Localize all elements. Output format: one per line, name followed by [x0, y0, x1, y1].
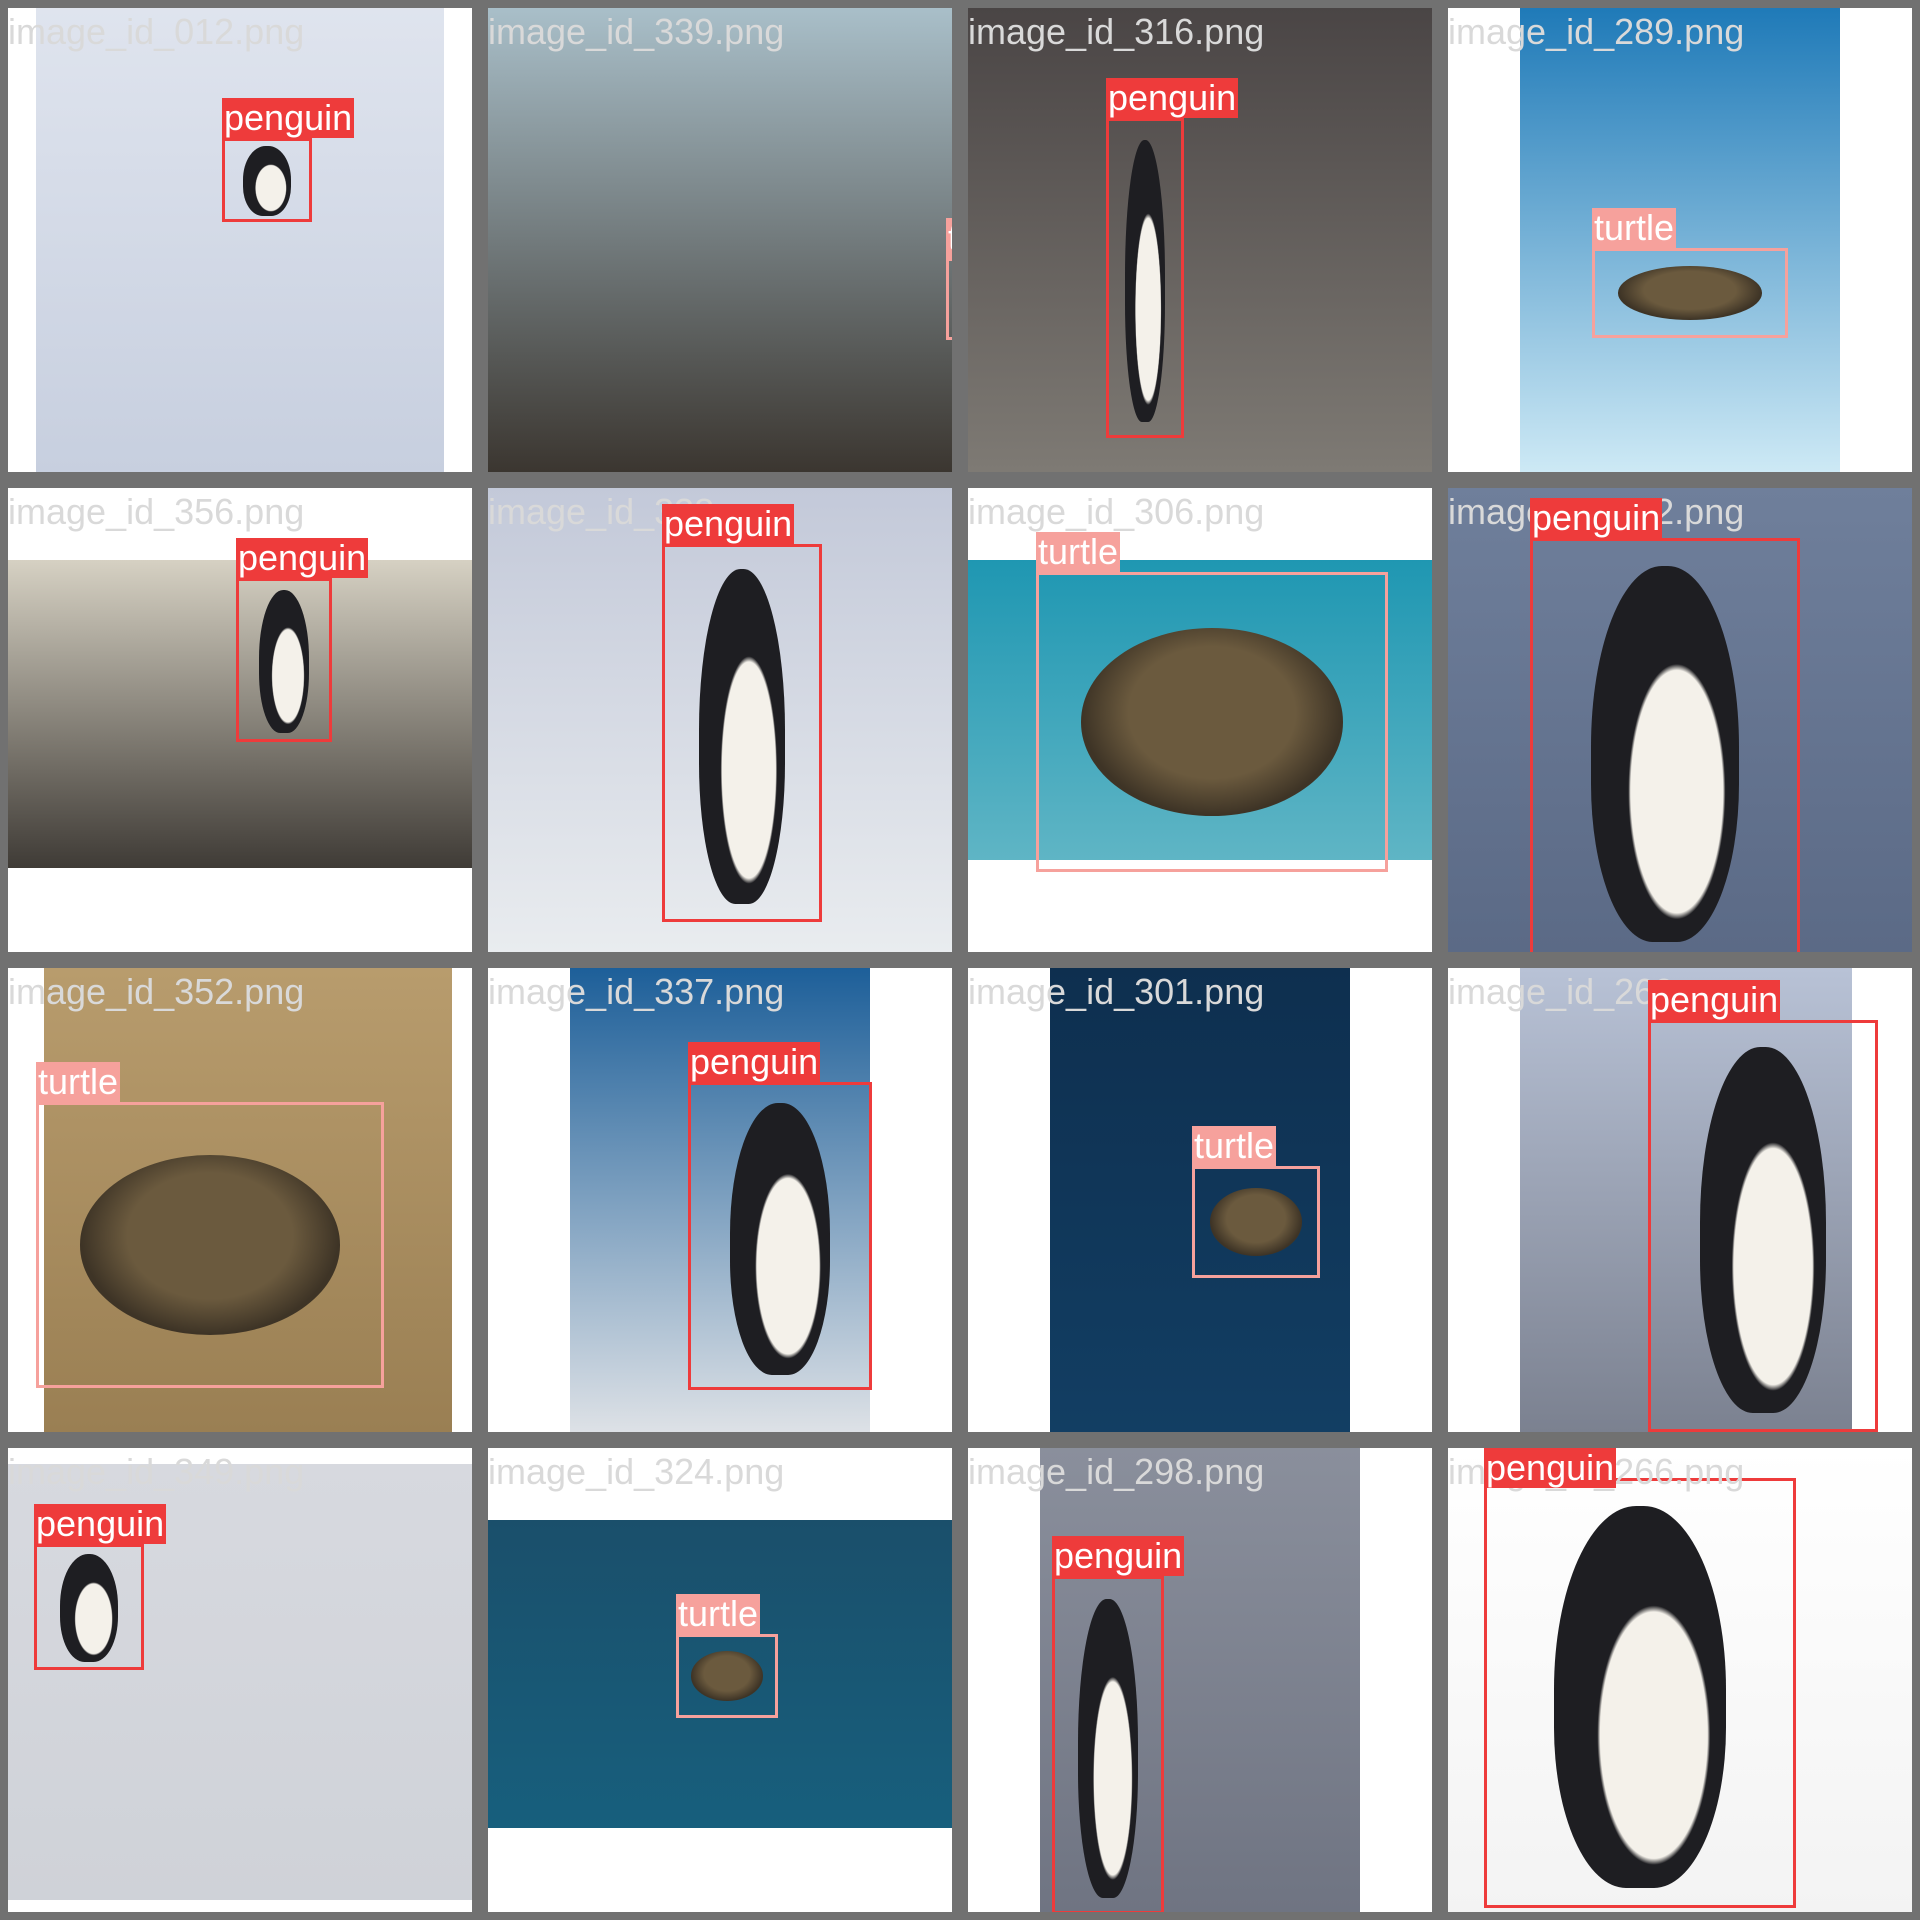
penguin-bounding-box — [662, 544, 822, 922]
image-filename: image_id_298.png — [968, 1451, 1265, 1492]
penguin-bounding-box — [1484, 1478, 1796, 1908]
photo-area — [488, 8, 952, 472]
grid-cell: image_id_289.pngturtle — [1440, 0, 1920, 480]
grid-cell: image_id_356.pngpenguin — [0, 480, 480, 960]
image-filename: image_id_352.png — [8, 971, 305, 1012]
penguin-class-label: penguin — [222, 97, 355, 138]
grid-cell: image_id_301.pngturtle — [960, 960, 1440, 1440]
turtle-silhouette — [690, 1651, 764, 1701]
penguin-silhouette — [1554, 1506, 1726, 1889]
detection-results-grid: image_id_012.png penguin image_id_339.png t… — [0, 0, 1920, 1920]
penguin-bounding-box — [236, 578, 332, 742]
turtle-bounding-box — [36, 1102, 384, 1388]
turtle-class-label: turtle — [36, 1061, 121, 1102]
grid-cell: image_id_298.pngpenguin — [960, 1440, 1440, 1920]
penguin-class-label: penguin — [1106, 77, 1239, 118]
grid-cell: image_id_316.pngpenguin — [960, 0, 1440, 480]
grid-cell: image_id_337.pngpenguin — [480, 960, 960, 1440]
turtle-bounding-box — [1192, 1166, 1320, 1278]
photo-area — [36, 8, 444, 472]
image-filename: image_id_356.png — [8, 491, 305, 532]
grid-cell: image_id_339.pngturtle — [480, 0, 960, 480]
penguin-silhouette — [1700, 1047, 1826, 1413]
turtle-silhouette — [1080, 627, 1344, 817]
grid-cell: image_id_324.pngturtle — [480, 1440, 960, 1920]
penguin-bounding-box — [1106, 118, 1184, 438]
image-filename: image_id_337.png — [488, 971, 785, 1012]
penguin-class-label: penguin — [662, 503, 795, 544]
grid-cell: image_id_012.pngpenguin — [0, 0, 480, 480]
turtle-class-label: turtle — [946, 218, 952, 258]
turtle-silhouette — [80, 1155, 340, 1335]
grid-cell: image_id_266.pngpenguin — [1440, 1440, 1920, 1920]
penguin-silhouette — [59, 1554, 119, 1663]
turtle-bounding-box — [946, 258, 952, 340]
image-filename: image_id_289.png — [1448, 11, 1745, 52]
penguin-silhouette — [1591, 566, 1739, 943]
image-filename: image_id_324.png — [488, 1451, 785, 1492]
penguin-class-label: penguin — [34, 1503, 167, 1544]
penguin-bounding-box — [688, 1082, 872, 1390]
penguin-class-label: penguin — [688, 1041, 821, 1082]
grid-cell: image_id_306.png turtle — [960, 480, 1440, 960]
grid-cell: image_id_338.png penguin — [480, 480, 960, 960]
penguin-class-label: penguin — [1530, 497, 1663, 538]
grid-cell: image_id_302.pngpenguin — [1440, 480, 1920, 960]
penguin-class-label: penguin — [236, 537, 369, 578]
image-filename: image_id_349.png — [8, 1451, 305, 1492]
penguin-bounding-box — [1648, 1020, 1878, 1432]
penguin-bounding-box — [34, 1544, 144, 1670]
penguin-bounding-box — [1052, 1576, 1164, 1912]
penguin-silhouette — [1124, 139, 1166, 423]
turtle-bounding-box — [1036, 572, 1388, 872]
image-filename: image_id_301.png — [968, 971, 1265, 1012]
turtle-silhouette — [1617, 266, 1763, 320]
grid-cell: image_id_349.pngpenguin — [0, 1440, 480, 1920]
turtle-class-label: turtle — [1192, 1125, 1277, 1166]
penguin-class-label: penguin — [1648, 979, 1781, 1020]
penguin-silhouette — [243, 145, 291, 216]
penguin-class-label: penguin — [1052, 1535, 1185, 1576]
image-filename: image_id_012.png — [8, 11, 305, 52]
turtle-silhouette — [1209, 1188, 1303, 1256]
penguin-bounding-box — [1530, 538, 1800, 952]
turtle-bounding-box — [676, 1634, 778, 1718]
turtle-class-label: turtle — [1592, 207, 1677, 248]
penguin-bounding-box — [222, 138, 312, 222]
turtle-class-label: turtle — [676, 1593, 761, 1634]
photo-area — [1520, 8, 1840, 472]
grid-cell: image_id_269.png penguin — [1440, 960, 1920, 1440]
image-filename: image_id_339.png — [488, 11, 785, 52]
penguin-class-label: penguin — [1484, 1447, 1617, 1488]
penguin-silhouette — [258, 590, 310, 733]
image-filename: image_id_306.png — [968, 491, 1265, 532]
grid-cell: image_id_352.pngturtle — [0, 960, 480, 1440]
turtle-class-label: turtle — [1036, 531, 1121, 572]
penguin-silhouette — [698, 569, 786, 905]
image-filename: image_id_316.png — [968, 11, 1265, 52]
turtle-bounding-box — [1592, 248, 1788, 338]
penguin-silhouette — [730, 1103, 830, 1375]
penguin-silhouette — [1078, 1598, 1138, 1898]
